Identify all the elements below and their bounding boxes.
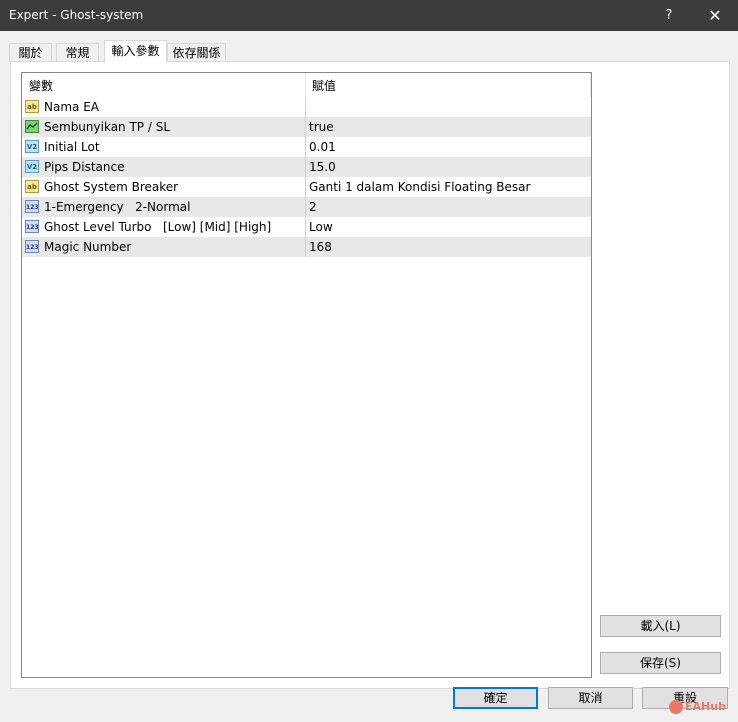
load-button[interactable]: 載入(L) (600, 615, 721, 637)
param-row-sembunyikan-tp-sl[interactable]: Sembunyikan TP / SL true (22, 117, 591, 137)
param-name: Sembunyikan TP / SL (44, 120, 171, 134)
param-name: Ghost System Breaker (44, 180, 179, 194)
param-value[interactable]: Ganti 1 dalam Kondisi Floating Besar (309, 177, 530, 197)
param-value[interactable]: Low (309, 217, 333, 237)
cell-divider (305, 217, 306, 237)
cell-divider (305, 117, 306, 137)
param-row-initial-lot[interactable]: V2 Initial Lot 0.01 (22, 137, 591, 157)
param-name: Pips Distance (44, 160, 125, 174)
inputs-panel: 變數 賦值 ab Nama EA Sembunyikan TP / SL tru… (10, 61, 730, 689)
help-button[interactable]: ? (646, 0, 692, 31)
tab-common[interactable]: 常規 (56, 43, 99, 62)
tab-inputs[interactable]: 輸入參數 (104, 40, 167, 63)
param-value[interactable]: 15.0 (309, 157, 336, 177)
param-name: Magic Number (44, 240, 132, 254)
cell-divider (305, 97, 306, 117)
param-value[interactable]: 2 (309, 197, 317, 217)
string-icon: ab (25, 100, 39, 113)
ok-button[interactable]: 確定 (453, 687, 538, 709)
param-row-pips-distance[interactable]: V2 Pips Distance 15.0 (22, 157, 591, 177)
cell-divider (305, 157, 306, 177)
param-name: Nama EA (44, 100, 99, 114)
watermark-text: EAHub (685, 700, 726, 713)
dialog-client: 關於 常規 輸入參數 依存關係 變數 賦值 ab Nama EA Sembuny… (1, 31, 737, 721)
param-name: 1-Emergency 2-Normal (44, 200, 191, 214)
int-icon: 123 (25, 220, 39, 233)
cell-divider (305, 197, 306, 217)
parameters-grid: 變數 賦值 ab Nama EA Sembunyikan TP / SL tru… (21, 72, 592, 678)
param-row-magic-number[interactable]: 123 Magic Number 168 (22, 237, 591, 257)
param-row-nama-ea[interactable]: ab Nama EA (22, 97, 591, 117)
column-divider (590, 73, 591, 97)
param-name: Initial Lot (44, 140, 100, 154)
tab-dependencies[interactable]: 依存關係 (167, 43, 226, 62)
param-value[interactable]: 168 (309, 237, 332, 257)
title-bar: Expert - Ghost-system ? ✕ (0, 0, 738, 31)
column-divider[interactable] (305, 73, 306, 97)
column-value[interactable]: 賦值 (312, 73, 336, 97)
grid-header: 變數 賦值 (22, 73, 591, 97)
close-button[interactable]: ✕ (692, 0, 738, 31)
save-button[interactable]: 保存(S) (600, 652, 721, 674)
tab-about[interactable]: 關於 (9, 43, 52, 62)
cancel-button[interactable]: 取消 (548, 687, 633, 709)
cell-divider (305, 177, 306, 197)
cell-divider (305, 237, 306, 257)
double-icon: V2 (25, 160, 39, 173)
window-title: Expert - Ghost-system (9, 8, 144, 22)
grid-rows: ab Nama EA Sembunyikan TP / SL true V2 I… (22, 97, 591, 257)
column-variable[interactable]: 變數 (29, 73, 53, 97)
param-row-emergency-normal[interactable]: 123 1-Emergency 2-Normal 2 (22, 197, 591, 217)
param-row-ghost-system-breaker[interactable]: ab Ghost System Breaker Ganti 1 dalam Ko… (22, 177, 591, 197)
bool-icon (25, 120, 39, 133)
cell-divider (305, 137, 306, 157)
double-icon: V2 (25, 140, 39, 153)
param-value[interactable]: true (309, 117, 334, 137)
param-row-ghost-level-turbo[interactable]: 123 Ghost Level Turbo [Low] [Mid] [High]… (22, 217, 591, 237)
param-value[interactable]: 0.01 (309, 137, 336, 157)
int-icon: 123 (25, 240, 39, 253)
int-icon: 123 (25, 200, 39, 213)
param-name: Ghost Level Turbo [Low] [Mid] [High] (44, 220, 272, 234)
watermark-logo-icon (669, 700, 683, 714)
string-icon: ab (25, 180, 39, 193)
watermark: EAHub (669, 697, 735, 717)
